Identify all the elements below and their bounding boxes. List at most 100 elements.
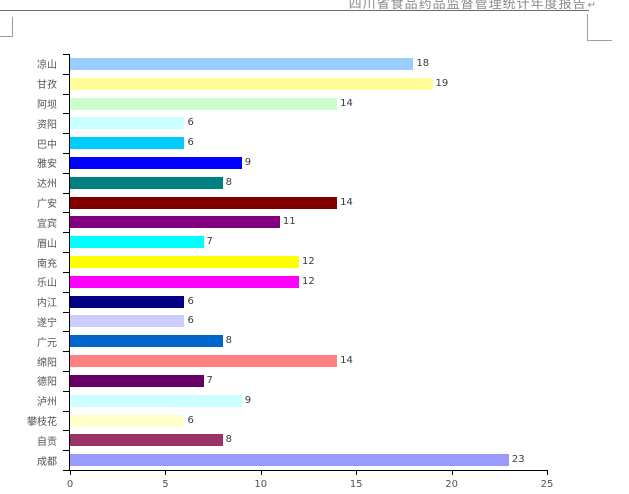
bar (70, 216, 280, 228)
y-axis-tick (63, 232, 69, 233)
crop-mark-top-left (0, 17, 13, 37)
x-axis-tick (452, 470, 453, 475)
bar-value-label: 14 (340, 99, 353, 109)
x-axis-tick-label: 25 (532, 479, 562, 490)
bar (70, 434, 223, 446)
bar-value-label: 18 (416, 59, 429, 69)
bar-row: 12 (70, 272, 547, 292)
y-axis-tick (63, 252, 69, 253)
y-axis-tick (63, 54, 69, 55)
bar-value-label: 8 (226, 435, 232, 445)
bar-row: 8 (70, 173, 547, 193)
bar-value-label: 6 (187, 118, 193, 128)
bar-row: 14 (70, 94, 547, 114)
category-label: 德阳 (0, 371, 62, 391)
y-axis-tick (63, 351, 69, 352)
category-label: 遂宁 (0, 312, 62, 332)
x-axis-tick (70, 470, 71, 475)
y-axis-tick (63, 470, 69, 471)
bar-value-label: 9 (245, 396, 251, 406)
header-rule (0, 10, 589, 11)
bar (70, 335, 223, 347)
x-axis-tick-label: 10 (246, 479, 276, 490)
plot-area: 1819146698141171212668147968230510152025 (69, 54, 547, 471)
category-label: 泸州 (0, 391, 62, 411)
bar (70, 415, 184, 427)
bar-row: 8 (70, 430, 547, 450)
category-label: 成都 (0, 450, 62, 470)
category-label: 巴中 (0, 133, 62, 153)
category-label: 广元 (0, 331, 62, 351)
x-axis-tick (547, 470, 548, 475)
bar-value-label: 14 (340, 356, 353, 366)
category-label: 阿坝 (0, 94, 62, 114)
category-label: 宜宾 (0, 213, 62, 233)
bar-row: 11 (70, 213, 547, 233)
x-axis-tick-label: 0 (55, 479, 85, 490)
bar (70, 454, 509, 466)
y-axis-tick (63, 430, 69, 431)
bar-row: 7 (70, 232, 547, 252)
category-label: 内江 (0, 292, 62, 312)
bar-chart[interactable]: 凉山甘孜阿坝资阳巴中雅安达州广安宜宾眉山南充乐山内江遂宁广元绵阳德阳泸州攀枝花自… (0, 54, 629, 494)
category-label: 广安 (0, 193, 62, 213)
bar-row: 6 (70, 312, 547, 332)
bar-value-label: 8 (226, 178, 232, 188)
y-axis-tick (63, 212, 69, 213)
y-axis-tick (63, 312, 69, 313)
y-axis-tick (63, 391, 69, 392)
bar-value-label: 6 (187, 297, 193, 307)
bar-value-label: 12 (302, 277, 315, 287)
bar (70, 236, 204, 248)
bar-value-label: 14 (340, 198, 353, 208)
y-axis-tick (63, 74, 69, 75)
bar (70, 197, 337, 209)
bar-row: 14 (70, 351, 547, 371)
y-axis-tick (63, 450, 69, 451)
y-axis-tick (63, 133, 69, 134)
bar-row: 6 (70, 113, 547, 133)
y-axis-tick (63, 153, 69, 154)
category-label: 攀枝花 (0, 411, 62, 431)
x-axis-tick-label: 15 (341, 479, 371, 490)
y-axis-tick (63, 331, 69, 332)
y-axis-tick (63, 292, 69, 293)
x-axis-tick (356, 470, 357, 475)
category-label: 南充 (0, 252, 62, 272)
bar-value-label: 19 (436, 79, 449, 89)
bar-value-label: 9 (245, 158, 251, 168)
y-axis-tick (63, 411, 69, 412)
bar-row: 14 (70, 193, 547, 213)
bar (70, 137, 184, 149)
category-label: 凉山 (0, 54, 62, 74)
x-axis-tick (261, 470, 262, 475)
bar-row: 8 (70, 331, 547, 351)
bar-value-label: 11 (283, 217, 296, 227)
bar-row: 6 (70, 411, 547, 431)
bar (70, 395, 242, 407)
bar-value-label: 7 (207, 237, 213, 247)
x-axis-tick-label: 20 (437, 479, 467, 490)
category-label: 甘孜 (0, 74, 62, 94)
bar-row: 9 (70, 391, 547, 411)
bar-row: 19 (70, 74, 547, 94)
y-axis-tick (63, 113, 69, 114)
bar-row: 12 (70, 252, 547, 272)
x-axis-tick-label: 5 (150, 479, 180, 490)
bar-row: 7 (70, 371, 547, 391)
y-axis-tick (63, 94, 69, 95)
bar (70, 58, 413, 70)
bar (70, 256, 299, 268)
bar-row: 9 (70, 153, 547, 173)
bar-row: 23 (70, 450, 547, 470)
bar (70, 296, 184, 308)
bar (70, 78, 433, 90)
paragraph-mark-icon: ↵ (588, 0, 597, 11)
category-label: 雅安 (0, 153, 62, 173)
category-label: 自贡 (0, 430, 62, 450)
category-label: 绵阳 (0, 351, 62, 371)
bar-value-label: 6 (187, 316, 193, 326)
bar-value-label: 8 (226, 336, 232, 346)
bar-value-label: 6 (187, 138, 193, 148)
category-label: 达州 (0, 173, 62, 193)
